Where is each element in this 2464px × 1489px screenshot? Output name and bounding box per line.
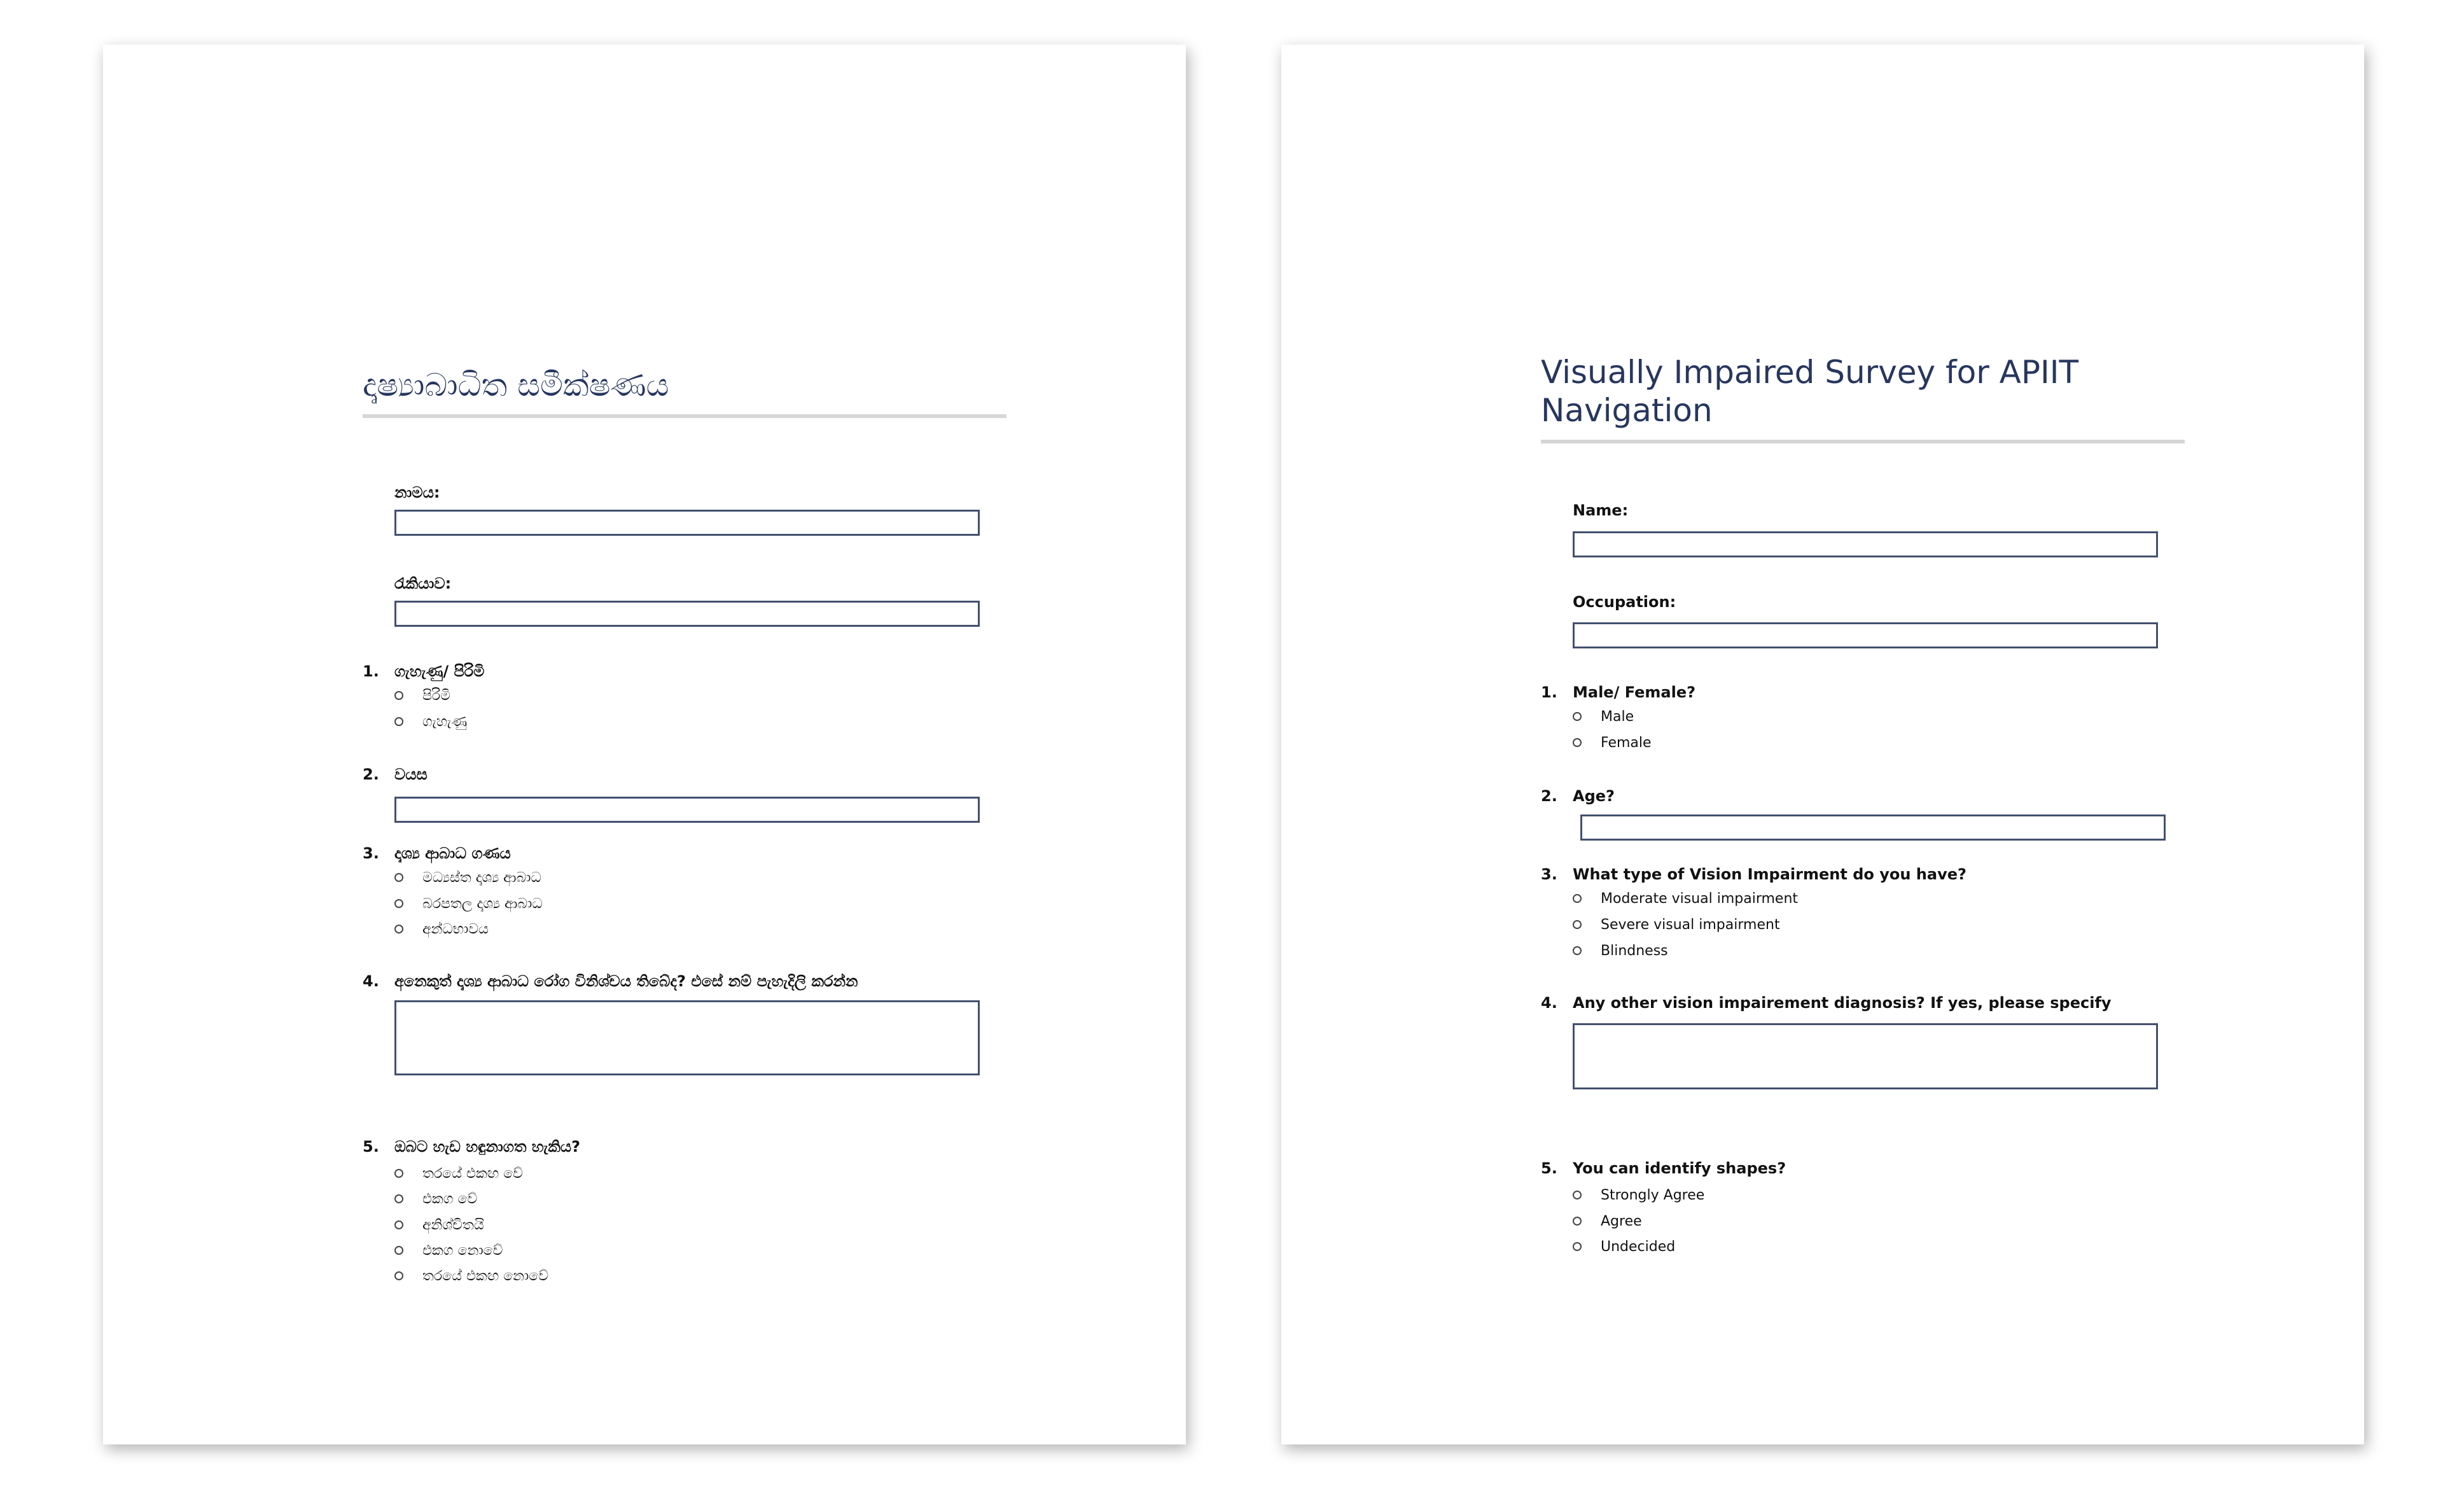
question-gender: Male/ Female? [1573, 683, 1696, 701]
radio-option[interactable]: තරයේ එකඟ වේ [394, 1164, 523, 1183]
name-label: Name: [1573, 501, 1629, 519]
page-title: Visually Impaired Survey for APIIT Navig… [1541, 353, 2185, 444]
radio-circle-icon[interactable] [394, 1271, 403, 1280]
question-number: 2. [363, 765, 379, 783]
occupation-field[interactable] [1573, 622, 2158, 648]
diagnosis-textarea[interactable] [394, 1000, 980, 1075]
radio-option[interactable]: එකග නොවේ [394, 1241, 503, 1260]
radio-circle-icon[interactable] [1573, 946, 1582, 955]
radio-circle-icon[interactable] [394, 1220, 403, 1229]
radio-option[interactable]: Male [1573, 707, 1634, 726]
page-title: දෘෂ්‍යාබාධිත සමීක්ෂණය [363, 366, 1006, 418]
question-number: 3. [363, 844, 379, 862]
question-number: 3. [1541, 865, 1557, 883]
radio-option[interactable]: Undecided [1573, 1237, 1675, 1256]
radio-circle-icon[interactable] [1573, 1191, 1582, 1199]
question-identify-shapes: You can identify shapes? [1573, 1159, 1786, 1177]
radio-option[interactable]: ගැහැණු [394, 712, 467, 731]
survey-page-english: Visually Impaired Survey for APIIT Navig… [1281, 45, 2364, 1444]
radio-circle-icon[interactable] [1573, 920, 1582, 929]
radio-circle-icon[interactable] [394, 925, 403, 933]
question-number: 4. [1541, 994, 1557, 1012]
question-age: Age? [1573, 787, 1615, 805]
radio-option[interactable]: බරපතල දෘශ්‍ය ආබාධ [394, 894, 543, 913]
question-number: 1. [363, 662, 379, 680]
radio-option[interactable]: තරයේ එකඟ නොවේ [394, 1266, 548, 1285]
question-age: වයස [394, 765, 428, 783]
radio-circle-icon[interactable] [394, 717, 403, 726]
question-number: 4. [363, 972, 379, 990]
radio-option[interactable]: අනිශ්චිතයි [394, 1215, 484, 1234]
occupation-field[interactable] [394, 601, 980, 627]
name-label: නාමය: [394, 484, 440, 501]
survey-page-sinhala: දෘෂ්‍යාබාධිත සමීක්ෂණය නාමය: රැකියාව: 1. … [103, 45, 1186, 1444]
radio-circle-icon[interactable] [394, 1194, 403, 1203]
question-other-diagnosis: අනෙකුත් දෘශ්‍ය ආබාධ රෝග විනිශ්චය තිබේද? … [394, 972, 858, 990]
question-identify-shapes: ඔබට හැඩ හඳුනාගත හැකිය? [394, 1138, 581, 1156]
question-gender: ගැහැණු/ පිරිමි [394, 662, 485, 680]
radio-option[interactable]: Blindness [1573, 941, 1668, 960]
question-impairment-type: දෘශ්‍ය ආබාධ ගණය [394, 844, 511, 862]
question-other-diagnosis: Any other vision impairement diagnosis? … [1573, 994, 2112, 1012]
radio-option[interactable]: පිරිමි [394, 686, 450, 705]
radio-circle-icon[interactable] [1573, 1242, 1582, 1251]
radio-circle-icon[interactable] [1573, 894, 1582, 903]
radio-circle-icon[interactable] [394, 873, 403, 882]
question-number: 2. [1541, 787, 1557, 805]
question-number: 1. [1541, 683, 1557, 701]
occupation-label: Occupation: [1573, 593, 1676, 611]
name-field[interactable] [1573, 531, 2158, 557]
age-field[interactable] [1580, 814, 2166, 841]
radio-circle-icon[interactable] [394, 1169, 403, 1178]
name-field[interactable] [394, 510, 980, 536]
question-number: 5. [1541, 1159, 1557, 1177]
radio-option[interactable]: Moderate visual impairment [1573, 889, 1798, 908]
radio-option[interactable]: මධ්‍යස්ත දෘශ්‍ය ආබාධ [394, 868, 541, 887]
radio-option[interactable]: Agree [1573, 1212, 1642, 1231]
radio-option[interactable]: Strongly Agree [1573, 1185, 1704, 1205]
question-impairment-type: What type of Vision Impairment do you ha… [1573, 865, 1966, 883]
radio-option[interactable]: අන්ධභාවය [394, 919, 489, 939]
radio-option[interactable]: එකග වේ [394, 1189, 477, 1208]
radio-option[interactable]: Female [1573, 733, 1652, 752]
radio-circle-icon[interactable] [1573, 1217, 1582, 1226]
diagnosis-textarea[interactable] [1573, 1023, 2158, 1089]
question-number: 5. [363, 1138, 379, 1156]
radio-circle-icon[interactable] [394, 1246, 403, 1255]
radio-circle-icon[interactable] [394, 899, 403, 908]
occupation-label: රැකියාව: [394, 575, 452, 592]
radio-circle-icon[interactable] [1573, 738, 1582, 747]
radio-circle-icon[interactable] [394, 691, 403, 700]
age-field[interactable] [394, 797, 980, 823]
radio-option[interactable]: Severe visual impairment [1573, 915, 1780, 934]
radio-circle-icon[interactable] [1573, 712, 1582, 721]
